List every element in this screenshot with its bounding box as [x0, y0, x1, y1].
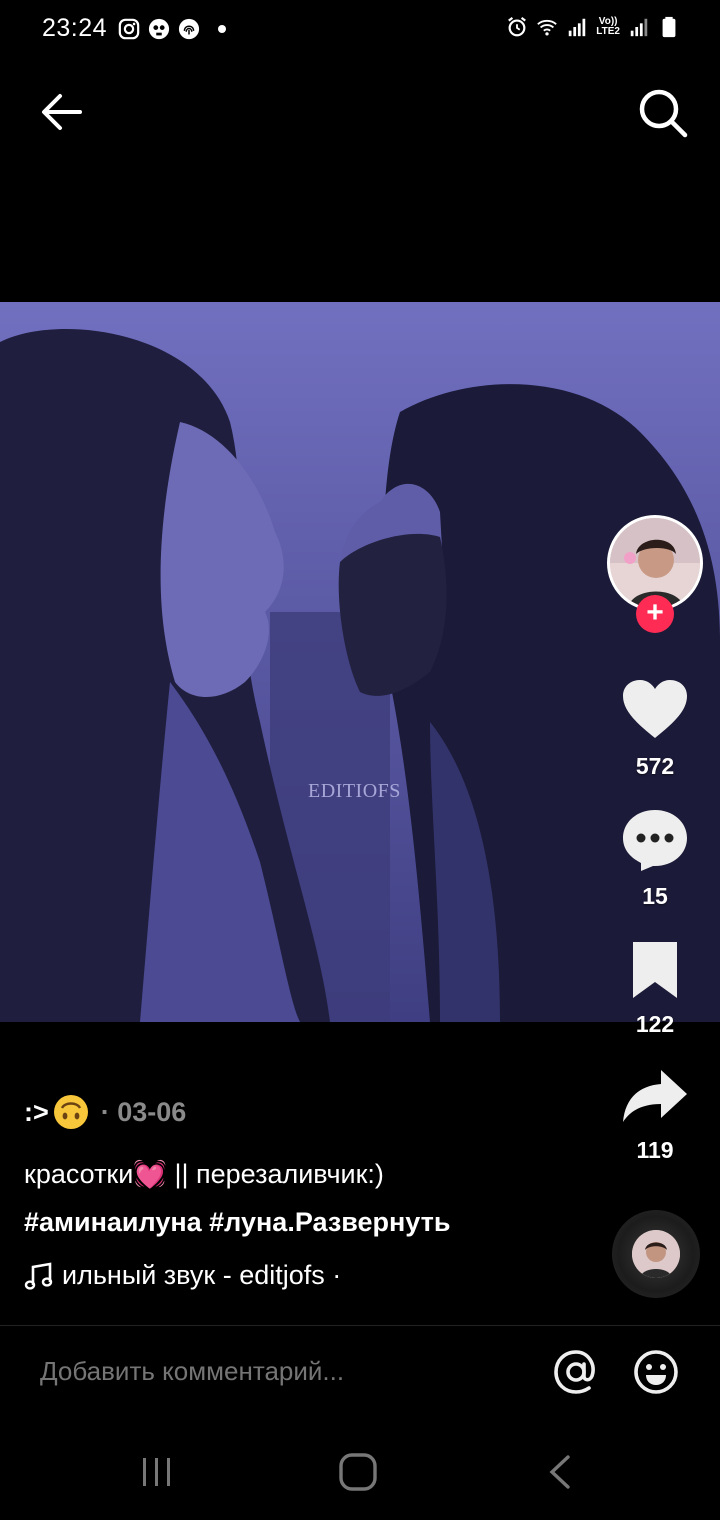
caption-rest: || перезаливчик:) [166, 1159, 384, 1189]
instagram-icon [118, 18, 140, 40]
like-button[interactable]: 572 [605, 678, 705, 780]
arrow-left-icon [42, 94, 82, 130]
pink-heart-emoji: 💓 [133, 1159, 167, 1189]
divider [0, 1325, 720, 1326]
status-right-icons: Vo)) LTE2 [506, 16, 680, 38]
search-button[interactable] [636, 86, 690, 140]
wifi-icon [537, 19, 558, 36]
comment-bubble-icon [623, 810, 687, 871]
disc-cover [632, 1230, 680, 1278]
save-button[interactable]: 122 [605, 940, 705, 1038]
save-count: 122 [635, 1011, 675, 1037]
post-date: · 03-06 [100, 1096, 187, 1127]
volte-icon: Vo)) LTE2 [596, 17, 620, 37]
creator-avatar-button[interactable]: + [607, 515, 703, 633]
author-line: :> · 03-06 [24, 1094, 186, 1130]
heart-icon [623, 680, 687, 738]
signal-icon-2 [630, 18, 648, 37]
status-left-icons [118, 18, 226, 40]
status-time: 23:24 [42, 14, 108, 42]
post-caption: красотки💓 || перезаливчик:) #аминаилуна … [24, 1150, 584, 1246]
music-line[interactable]: ильный звук - editjofs · [24, 1260, 341, 1291]
video-frame-art [0, 302, 720, 1022]
music-note-icon [24, 1261, 53, 1290]
video-player[interactable]: EDITIOFS [0, 302, 720, 1022]
upside-down-face-emoji [53, 1095, 88, 1129]
bookmark-icon [633, 942, 677, 998]
caption-text: красотки [24, 1159, 134, 1189]
recent-apps-icon[interactable] [138, 1456, 176, 1488]
author-name[interactable]: :> [24, 1097, 49, 1128]
share-button[interactable]: 119 [605, 1068, 705, 1164]
fingerprint-icon [178, 18, 200, 40]
alarm-icon [508, 16, 527, 37]
emoji-button[interactable] [632, 1348, 680, 1396]
search-icon [639, 89, 688, 138]
share-count: 119 [636, 1137, 674, 1163]
like-count: 572 [635, 753, 675, 779]
volte-bottom-label: LTE2 [596, 26, 620, 37]
home-icon[interactable] [338, 1452, 378, 1492]
comment-button[interactable]: 15 [605, 808, 705, 910]
system-back-icon[interactable] [546, 1454, 572, 1490]
system-nav-bar [0, 1420, 720, 1520]
status-bar: 23:24 Vo)) LTE2 [0, 0, 720, 60]
video-watermark: EDITIOFS [308, 780, 401, 802]
mention-button[interactable] [552, 1348, 600, 1396]
back-button[interactable] [38, 88, 86, 136]
follow-button[interactable]: + [636, 595, 674, 633]
caption-hashtags[interactable]: #аминаилуна #луна. [24, 1207, 295, 1237]
battery-icon [662, 16, 676, 38]
share-arrow-icon [623, 1070, 687, 1122]
comment-input[interactable] [40, 1356, 520, 1387]
expand-caption-link[interactable]: Развернуть [295, 1207, 451, 1237]
smiley-icon [634, 1350, 678, 1394]
music-title: ильный звук - editjofs · [62, 1260, 342, 1290]
disc-cover-image [632, 1230, 680, 1278]
signal-icon [569, 18, 586, 37]
notification-dot [218, 25, 226, 33]
skull-icon [148, 18, 170, 40]
at-sign-icon [554, 1350, 595, 1394]
comment-count: 15 [642, 883, 668, 909]
music-disc-button[interactable] [612, 1210, 700, 1298]
